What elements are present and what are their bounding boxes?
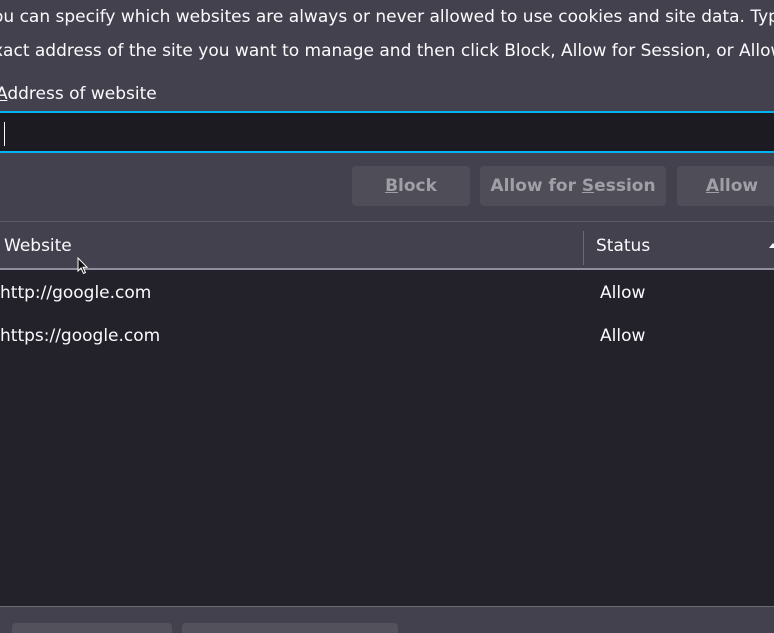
allow-accesskey: A bbox=[705, 176, 720, 196]
block-accesskey: B bbox=[385, 176, 399, 196]
sort-ascending-icon bbox=[769, 243, 774, 248]
footer-button-left[interactable] bbox=[12, 623, 172, 633]
footer-button-right[interactable] bbox=[182, 623, 398, 633]
description-line-1: ou can specify which websites are always… bbox=[0, 7, 774, 27]
text-caret bbox=[4, 122, 5, 146]
column-header-status[interactable]: Status bbox=[596, 222, 650, 268]
dialog-footer bbox=[0, 606, 774, 633]
address-label: Address of website bbox=[0, 80, 157, 108]
address-label-text: ddress of website bbox=[7, 84, 157, 104]
website-address-input[interactable] bbox=[0, 111, 774, 153]
allow-button[interactable]: Allow bbox=[677, 166, 774, 206]
block-button[interactable]: Block bbox=[352, 166, 470, 206]
description-line-2: xact address of the site you want to man… bbox=[0, 41, 774, 61]
column-header-website[interactable]: Website bbox=[4, 222, 72, 268]
table-header: Website Status bbox=[0, 222, 774, 270]
permissions-table[interactable]: Website Status http://google.com Allow h… bbox=[0, 221, 774, 607]
row-website: http://google.com bbox=[0, 283, 152, 303]
permissions-description: ou can specify which websites are always… bbox=[0, 0, 774, 68]
table-row[interactable]: https://google.com Allow bbox=[0, 315, 774, 358]
allow-session-label-start: Allow for bbox=[490, 176, 582, 196]
allow-for-session-button[interactable]: Allow for Session bbox=[480, 166, 666, 206]
allow-label: llow bbox=[719, 176, 759, 196]
table-row[interactable]: http://google.com Allow bbox=[0, 272, 774, 315]
row-status: Allow bbox=[600, 283, 646, 303]
mouse-pointer-icon bbox=[77, 257, 89, 275]
allow-session-accesskey: S bbox=[581, 176, 595, 196]
row-website: https://google.com bbox=[0, 326, 161, 346]
row-status: Allow bbox=[600, 326, 646, 346]
block-label: lock bbox=[398, 176, 437, 196]
allow-session-label-end: ession bbox=[594, 176, 656, 196]
column-separator[interactable] bbox=[583, 231, 584, 265]
